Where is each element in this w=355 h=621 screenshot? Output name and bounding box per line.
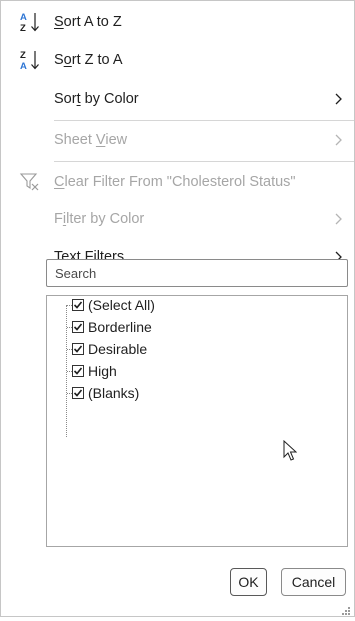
chevron-right-icon	[332, 91, 346, 107]
ok-button[interactable]: OK	[230, 568, 267, 596]
svg-text:A: A	[20, 61, 27, 71]
list-item-select-all[interactable]: (Select All)	[67, 294, 155, 316]
select-all-checkbox[interactable]	[72, 299, 84, 311]
sort-z-to-a-item[interactable]: Z A Sort Z to A	[1, 45, 354, 75]
autofilter-dropdown: A Z Sort A to Z Z A Sort Z to A Sort by …	[0, 0, 355, 617]
sheet-view-item: Sheet View	[1, 125, 354, 155]
high-checkbox[interactable]	[72, 365, 84, 377]
borderline-checkbox[interactable]	[72, 321, 84, 333]
resize-grip-icon[interactable]	[341, 603, 351, 615]
list-item-desirable[interactable]: Desirable	[67, 338, 147, 360]
list-item-borderline[interactable]: Borderline	[67, 316, 152, 338]
mouse-pointer-icon	[283, 439, 298, 467]
desirable-checkbox[interactable]	[72, 343, 84, 355]
sort-ascending-icon: A Z	[19, 11, 45, 34]
svg-text:A: A	[20, 12, 27, 23]
sort-by-color-item[interactable]: Sort by Color	[1, 84, 354, 114]
sort-descending-icon: Z A	[19, 49, 45, 72]
list-item-blanks[interactable]: (Blanks)	[67, 382, 139, 404]
svg-text:Z: Z	[20, 50, 26, 61]
svg-text:Z: Z	[20, 23, 26, 33]
filter-values-list[interactable]: (Select All) Borderline Desirable High (…	[46, 295, 348, 547]
filter-by-color-item: Filter by Color	[1, 204, 354, 234]
clear-filter-icon	[19, 171, 45, 193]
search-input[interactable]	[55, 261, 335, 285]
clear-filter-item: Clear Filter From "Cholesterol Status"	[1, 167, 354, 197]
sort-a-to-z-item[interactable]: A Z Sort A to Z	[1, 7, 354, 37]
menu-separator	[54, 161, 354, 162]
cancel-button[interactable]: Cancel	[281, 568, 346, 596]
chevron-right-icon	[332, 211, 346, 227]
search-box[interactable]	[46, 259, 348, 287]
chevron-right-icon	[332, 132, 346, 148]
list-item-high[interactable]: High	[67, 360, 117, 382]
blanks-checkbox[interactable]	[72, 387, 84, 399]
menu-separator	[54, 120, 354, 121]
